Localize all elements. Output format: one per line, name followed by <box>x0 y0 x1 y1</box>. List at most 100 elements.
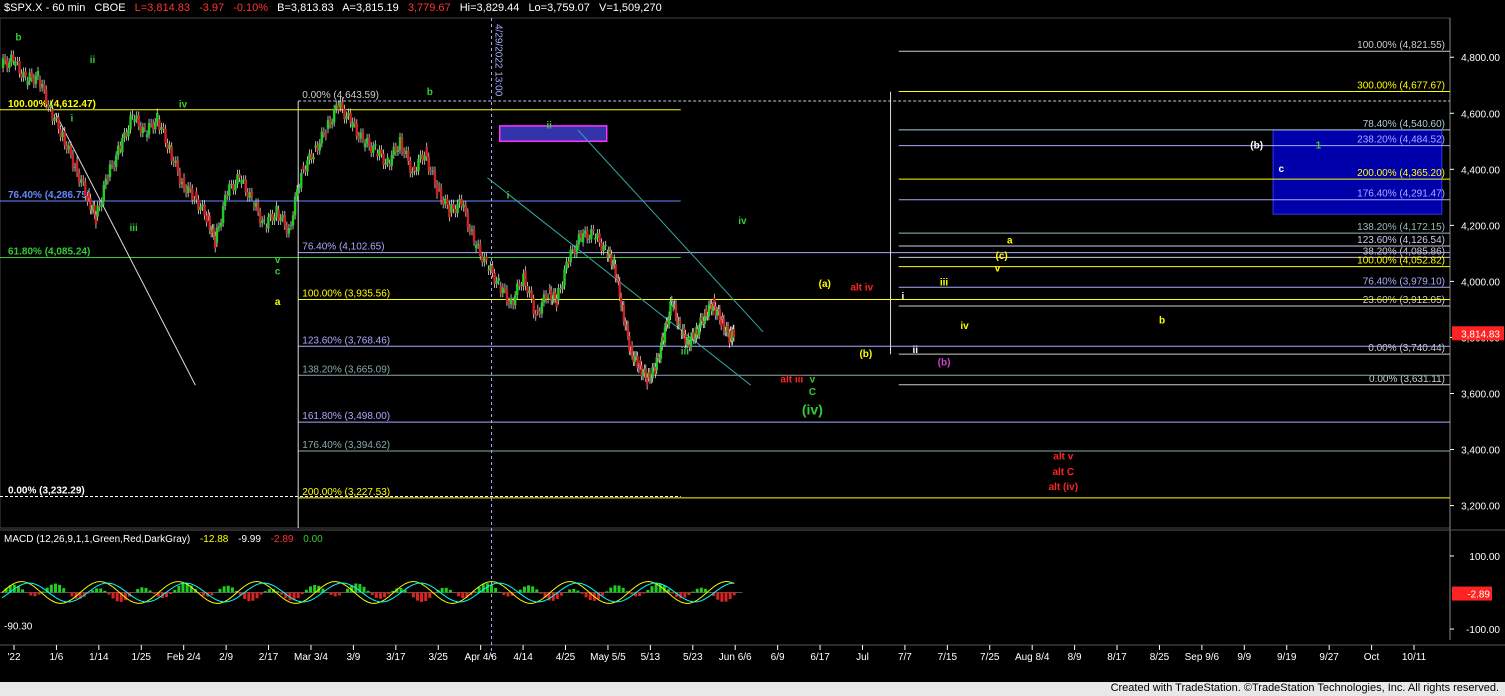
price-tick-label: 4,800.00 <box>1461 53 1500 64</box>
candle-body <box>409 160 412 174</box>
macd-signal-line <box>293 599 299 602</box>
candle-body <box>548 288 551 291</box>
candle-body <box>207 213 210 217</box>
candle-body <box>693 337 697 340</box>
macd-line <box>676 599 681 603</box>
wave-label: (b) <box>938 357 951 368</box>
macd-signal-line <box>639 586 645 591</box>
macd-signal-line <box>59 599 64 602</box>
candle-body <box>474 244 478 249</box>
time-tick-label: 7/7 <box>898 652 912 663</box>
candle-body <box>655 357 658 371</box>
candle-body <box>277 209 280 221</box>
macd-line <box>133 601 138 604</box>
candle-body <box>300 173 303 188</box>
wave-label: iv <box>179 100 188 111</box>
fib-level-label: 0.00% (3,232.29) <box>8 486 85 497</box>
candle-body <box>439 187 443 201</box>
candle-body <box>501 287 505 294</box>
candle-body <box>77 172 81 183</box>
candle-body <box>30 72 34 78</box>
fib-level-label: 138.20% (3,665.09) <box>302 364 390 375</box>
candle-body <box>460 198 463 207</box>
candle-body <box>172 160 175 163</box>
time-tick-label: 7/15 <box>938 652 958 663</box>
macd-signal-line <box>256 582 262 585</box>
macd-signal-line <box>310 597 315 601</box>
candle-body <box>610 254 613 266</box>
candle-body <box>388 163 391 167</box>
candle-body <box>687 336 690 342</box>
candle-body <box>628 335 631 351</box>
candle-body <box>682 328 686 335</box>
candle-body <box>594 237 597 240</box>
ask-price: A=3,815.19 <box>342 2 399 14</box>
candle-body <box>217 226 221 228</box>
price-tick-label: 4,400.00 <box>1461 165 1500 176</box>
macd-signal-line <box>655 582 661 585</box>
candle-body <box>448 204 451 218</box>
candle-body <box>84 181 87 197</box>
macd-signal-line <box>413 582 418 586</box>
candle-body <box>645 377 649 386</box>
wave-label: (b) <box>1250 140 1263 151</box>
candle-body <box>90 209 94 211</box>
macd-line <box>565 581 570 583</box>
candle-body <box>557 288 560 301</box>
macd-signal-line <box>232 597 237 601</box>
macd-signal-line <box>618 600 624 603</box>
macd-line <box>425 586 431 591</box>
candle-body <box>466 212 470 229</box>
candle-body <box>704 309 708 317</box>
candle-body <box>263 219 266 221</box>
candle-body <box>147 122 151 135</box>
candle-body <box>470 229 474 232</box>
wave-label: C <box>809 387 816 398</box>
candle-body <box>726 326 730 334</box>
candle-body <box>402 151 406 155</box>
candle-body <box>22 71 25 78</box>
fib-level-label: 23.60% (3,912.05) <box>1363 295 1445 306</box>
time-tick-label: Sep 9/6 <box>1185 652 1220 663</box>
fib-level-label: 78.40% (4,540.60) <box>1363 119 1445 130</box>
candle-body <box>579 234 583 238</box>
macd-line <box>437 596 443 601</box>
macd-signal-line <box>347 583 352 586</box>
macd-signal-line <box>244 588 250 593</box>
candle-body <box>630 345 634 356</box>
price-chart[interactable]: 100.00% (4,821.55) 300.00% (4,677.67) 78.4… <box>0 0 1505 696</box>
candle-body <box>413 166 416 172</box>
candle-body <box>483 256 486 263</box>
candle-body <box>674 304 678 318</box>
candle-body <box>538 311 542 314</box>
candle-body <box>271 213 274 221</box>
candle-body <box>386 157 389 163</box>
macd-line <box>326 581 332 585</box>
candle-body <box>588 238 591 240</box>
macd-tick-label: -100.00 <box>1466 625 1500 636</box>
candle-body <box>732 329 736 338</box>
macd-line <box>487 581 492 583</box>
candle-body <box>720 320 723 326</box>
macd-left-label: -90.30 <box>4 621 33 632</box>
candle-body <box>131 114 134 116</box>
fib-level-label: 123.60% (3,768.46) <box>302 335 390 346</box>
macd-signal-line <box>499 582 504 585</box>
wave-label: iii <box>129 223 138 234</box>
macd-signal-line <box>643 584 649 588</box>
candle-body <box>267 217 270 229</box>
macd-line <box>129 599 134 603</box>
macd-line <box>310 592 315 597</box>
candle-body <box>489 265 492 271</box>
candle-body <box>479 243 482 256</box>
candle-body <box>164 128 167 143</box>
candle-body <box>335 104 338 110</box>
candle-body <box>419 154 422 159</box>
candle-body <box>561 285 564 290</box>
macd-signal-line <box>392 595 398 599</box>
candle-body <box>121 138 124 153</box>
macd-line <box>441 599 447 603</box>
macd-signal-line <box>236 594 241 599</box>
candle-body <box>380 149 383 154</box>
candle-body <box>493 272 496 284</box>
